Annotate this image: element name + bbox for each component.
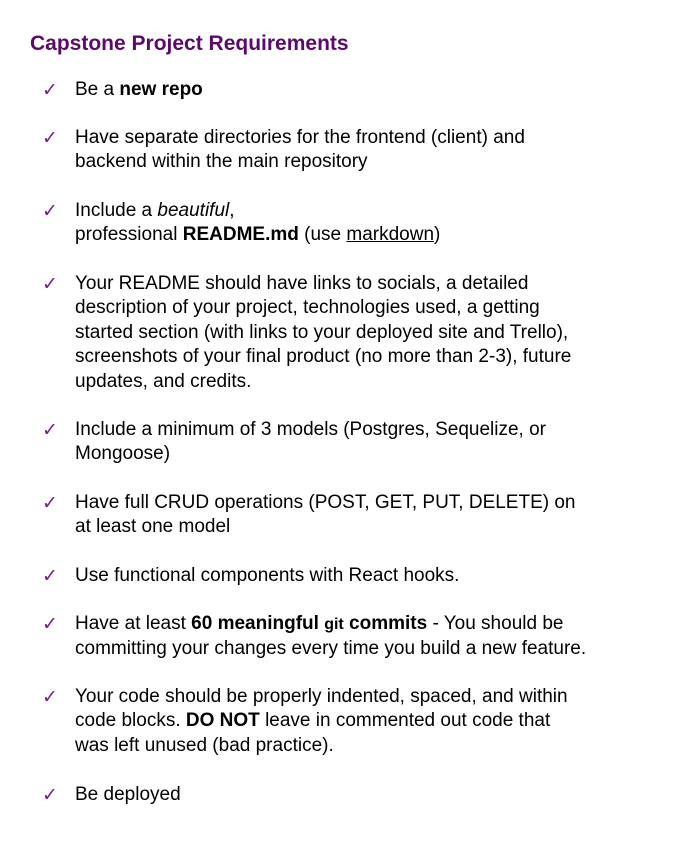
checkmark-icon: ✓ — [42, 419, 58, 441]
checkmark-icon: ✓ — [42, 492, 58, 514]
checkmark-icon: ✓ — [42, 784, 58, 806]
checkmark-icon: ✓ — [42, 79, 58, 101]
markdown-link[interactable]: markdown — [346, 224, 434, 245]
page-title: Capstone Project Requirements — [30, 32, 349, 55]
checkmark-icon: ✓ — [42, 613, 58, 635]
checkmark-icon: ✓ — [42, 565, 58, 587]
checkmark-icon: ✓ — [42, 273, 58, 295]
checkmark-icon: ✓ — [42, 686, 58, 708]
checkmark-icon: ✓ — [42, 127, 58, 149]
checkmark-icon: ✓ — [42, 200, 58, 222]
